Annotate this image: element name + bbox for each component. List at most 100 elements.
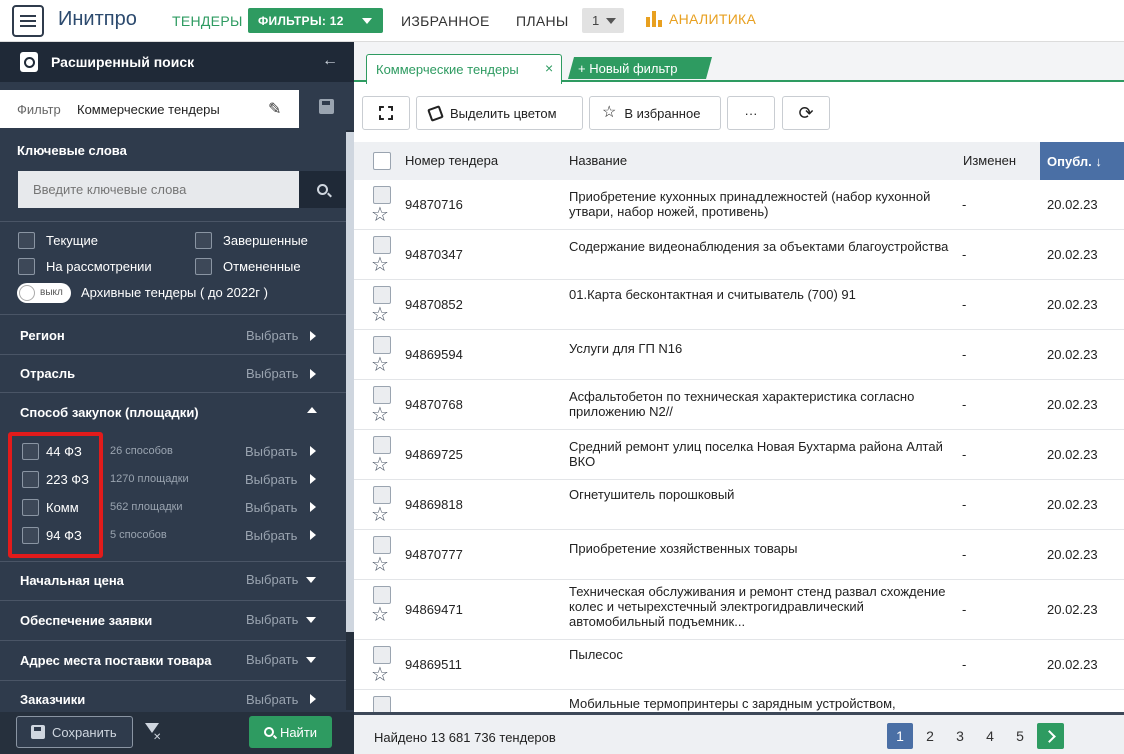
row-checkbox[interactable]	[373, 646, 391, 664]
find-button[interactable]: Найти	[249, 716, 332, 748]
tender-name[interactable]: Услуги для ГП N16	[569, 341, 954, 356]
table-row[interactable]: ☆ 94870768 Асфальтобетон по техническая ха…	[354, 380, 1124, 430]
table-row[interactable]: ☆ 94869818 Огнетушитель порошковый - 20.02.2…	[354, 480, 1124, 530]
industry-choose[interactable]: Выбрать	[246, 366, 298, 381]
row-checkbox[interactable]	[373, 286, 391, 304]
star-icon[interactable]: ☆	[371, 665, 389, 685]
table-row[interactable]: ☆ 94869594 Услуги для ГП N16- 20.02.23	[354, 330, 1124, 380]
table-row[interactable]: ☆ 94869511 Пылесос - 20.02.23	[354, 640, 1124, 690]
save-filter-icon[interactable]	[319, 99, 334, 114]
tender-name[interactable]: Огнетушитель порошковый	[569, 487, 954, 502]
section-region[interactable]: Регион	[20, 328, 65, 343]
star-icon[interactable]: ☆	[371, 605, 389, 625]
archive-toggle[interactable]: выкл	[17, 283, 71, 303]
nav-analytics[interactable]: АНАЛИТИКА	[646, 11, 756, 27]
column-published[interactable]: Опубл. ↓	[1040, 142, 1124, 180]
next-page-button[interactable]	[1037, 723, 1064, 749]
star-icon[interactable]: ☆	[371, 205, 389, 225]
table-row[interactable]: ☆ 94869725 Средний ремонт улиц поселка Нов…	[354, 430, 1124, 480]
star-icon[interactable]: ☆	[371, 555, 389, 575]
checkbox-current[interactable]	[18, 232, 35, 249]
page-1-button[interactable]: 1	[887, 723, 913, 749]
star-icon[interactable]: ☆	[371, 455, 389, 475]
column-number[interactable]: Номер тендера	[405, 153, 498, 168]
row-checkbox[interactable]	[373, 436, 391, 454]
highlight-color-button[interactable]: Выделить цветом	[416, 96, 583, 130]
law-choose-223[interactable]: Выбрать	[245, 472, 297, 487]
security-choose[interactable]: Выбрать	[246, 612, 298, 627]
refresh-button[interactable]: ⟳	[782, 96, 830, 130]
row-checkbox[interactable]	[373, 486, 391, 504]
law-choose-94[interactable]: Выбрать	[245, 528, 297, 543]
select-all-checkbox[interactable]	[373, 152, 391, 170]
tender-name[interactable]: Приобретение хозяйственных товары	[569, 541, 954, 556]
law-choose-comm[interactable]: Выбрать	[245, 500, 297, 515]
row-checkbox[interactable]	[373, 236, 391, 254]
section-address[interactable]: Адрес места поставки товара	[20, 653, 212, 668]
caret-up-icon[interactable]	[307, 407, 317, 413]
page-5-button[interactable]: 5	[1007, 723, 1033, 749]
row-checkbox[interactable]	[373, 696, 391, 712]
star-icon[interactable]: ☆	[371, 505, 389, 525]
star-icon[interactable]: ☆	[371, 355, 389, 375]
table-row[interactable]: ☆Мобильные термопринтеры с зарядным устр…	[354, 690, 1124, 712]
pencil-icon[interactable]: ✎	[268, 99, 281, 119]
tender-name[interactable]: Средний ремонт улиц поселка Новая Бухтар…	[569, 439, 954, 469]
table-row[interactable]: ☆ 94870852 01.Карта бесконтактная и считыв…	[354, 280, 1124, 330]
filters-dropdown[interactable]: ФИЛЬТРЫ: 12	[248, 8, 383, 33]
star-icon[interactable]: ☆	[371, 305, 389, 325]
nav-favorites[interactable]: ИЗБРАННОЕ	[401, 13, 490, 29]
tender-name[interactable]: Приобретение кухонных принадлежностей (н…	[569, 189, 954, 219]
table-row[interactable]: ☆ 94869471 Техническая обслуживания и ремо…	[354, 580, 1124, 640]
tab-commercial-tenders[interactable]: Коммерческие тендеры ×	[366, 54, 562, 84]
row-checkbox[interactable]	[373, 536, 391, 554]
section-security[interactable]: Обеспечение заявки	[20, 613, 152, 628]
section-procurement[interactable]: Способ закупок (площадки)	[20, 405, 199, 420]
sidebar-scrollbar-thumb[interactable]	[346, 132, 354, 632]
row-checkbox[interactable]	[373, 386, 391, 404]
star-icon[interactable]: ☆	[371, 405, 389, 425]
checkbox-review[interactable]	[18, 258, 35, 275]
tender-name[interactable]: Пылесос	[569, 647, 954, 662]
region-choose[interactable]: Выбрать	[246, 328, 298, 343]
checkbox-cancelled[interactable]	[195, 258, 212, 275]
column-changed[interactable]: Изменен	[963, 153, 1016, 168]
section-start-price[interactable]: Начальная цена	[20, 573, 124, 588]
row-checkbox[interactable]	[373, 586, 391, 604]
section-customers[interactable]: Заказчики	[20, 692, 85, 707]
page-2-button[interactable]: 2	[917, 723, 943, 749]
keywords-input[interactable]	[18, 171, 299, 208]
tender-name[interactable]: Мобильные термопринтеры с зарядным устро…	[569, 696, 954, 711]
menu-icon[interactable]	[12, 5, 44, 37]
star-icon[interactable]: ☆	[371, 255, 389, 275]
table-row[interactable]: ☆ 94870716 Приобретение кухонных принадлеж…	[354, 180, 1124, 230]
column-name[interactable]: Название	[569, 153, 627, 168]
new-filter-tab[interactable]: + Новый фильтр	[568, 57, 712, 79]
app-logo[interactable]: Инитпро	[58, 8, 137, 31]
row-checkbox[interactable]	[373, 336, 391, 354]
row-checkbox[interactable]	[373, 186, 391, 204]
save-button[interactable]: Сохранить	[16, 716, 133, 748]
section-industry[interactable]: Отрасль	[20, 366, 75, 381]
more-button[interactable]: ···	[727, 96, 775, 130]
customers-choose[interactable]: Выбрать	[246, 692, 298, 707]
tender-name[interactable]: Техническая обслуживания и ремонт стенд …	[569, 584, 954, 629]
tender-name[interactable]: 01.Карта бесконтактная и считыватель (70…	[569, 287, 954, 302]
table-row[interactable]: ☆ 94870777 Приобретение хозяйственных това…	[354, 530, 1124, 580]
nav-tenders[interactable]: ТЕНДЕРЫ	[172, 13, 243, 29]
nav-plans[interactable]: ПЛАНЫ	[516, 13, 569, 29]
tender-name[interactable]: Асфальтобетон по техническая характерист…	[569, 389, 954, 419]
plans-count-dropdown[interactable]: 1	[582, 8, 624, 33]
table-row[interactable]: ☆ 94870347 Содержание видеонаблюдения за о…	[354, 230, 1124, 280]
page-4-button[interactable]: 4	[977, 723, 1003, 749]
start-price-choose[interactable]: Выбрать	[246, 572, 298, 587]
keywords-search-button[interactable]	[299, 171, 346, 208]
add-to-favorites-button[interactable]: ☆ В избранное	[589, 96, 721, 130]
page-3-button[interactable]: 3	[947, 723, 973, 749]
tender-name[interactable]: Содержание видеонаблюдения за объектами …	[569, 239, 954, 254]
close-icon[interactable]: ×	[545, 60, 553, 76]
address-choose[interactable]: Выбрать	[246, 652, 298, 667]
checkbox-finished[interactable]	[195, 232, 212, 249]
law-choose-44[interactable]: Выбрать	[245, 444, 297, 459]
expand-button[interactable]	[362, 96, 410, 130]
